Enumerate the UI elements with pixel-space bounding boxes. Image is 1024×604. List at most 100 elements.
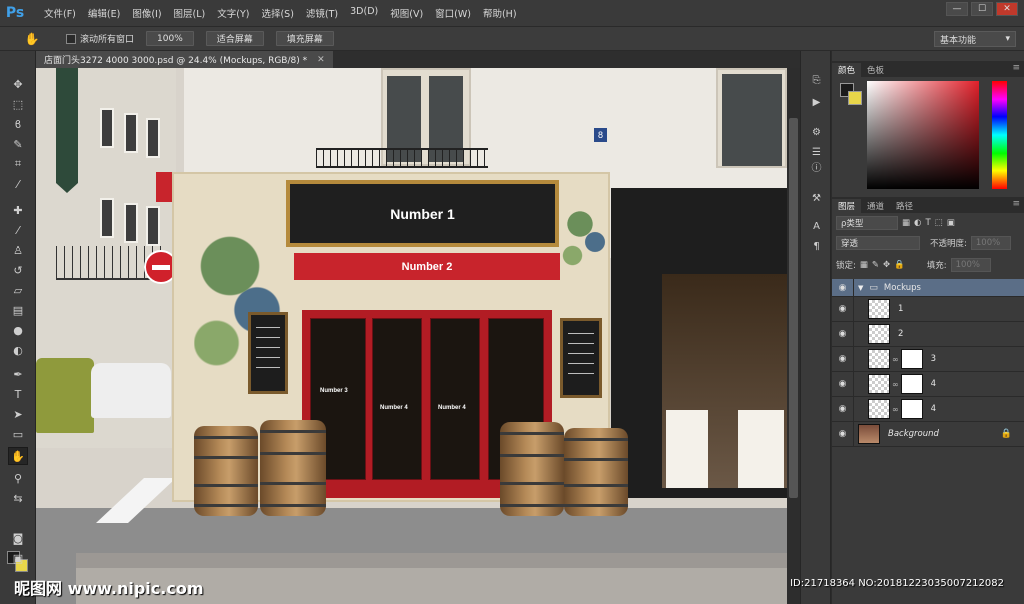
crop-tool-icon[interactable]: ⌗ [8, 155, 28, 173]
fit-screen-button[interactable]: 适合屏幕 [205, 31, 264, 46]
eye-icon[interactable]: ◉ [832, 397, 854, 421]
layer-name[interactable]: 2 [898, 329, 903, 339]
layer-mask-thumbnail[interactable] [900, 374, 923, 394]
layer-row-background[interactable]: ◉ Background 🔒 [832, 422, 1024, 447]
maximize-button[interactable]: ☐ [971, 2, 993, 16]
quick-select-tool-icon[interactable]: ✎ [8, 135, 28, 153]
lock-transparent-icon[interactable]: ▦ [860, 260, 868, 270]
filter-adjust-icon[interactable]: ◐ [914, 218, 921, 228]
history-panel-icon[interactable]: ⎘ [808, 73, 825, 87]
layer-name[interactable]: 1 [898, 304, 903, 314]
history-brush-tool-icon[interactable]: ↺ [8, 261, 28, 279]
workspace-select[interactable]: 基本功能 ▾ [934, 31, 1016, 47]
layer-row[interactable]: ◉ 2 [832, 322, 1024, 347]
close-button[interactable]: ✕ [996, 2, 1018, 16]
menu-select[interactable]: 选择(S) [255, 6, 299, 20]
menu-image[interactable]: 图像(I) [126, 6, 167, 20]
close-icon[interactable]: ✕ [317, 55, 325, 65]
blend-mode-select[interactable]: 穿透 [836, 236, 920, 250]
paragraph-panel-icon[interactable]: ¶ [808, 239, 825, 253]
layer-group-mockups[interactable]: ◉ ▼ ▭ Mockups [832, 279, 1024, 297]
menu-edit[interactable]: 编辑(E) [82, 6, 126, 20]
eraser-tool-icon[interactable]: ▱ [8, 281, 28, 299]
info-panel-icon[interactable]: ⓘ [808, 159, 825, 174]
document-tab[interactable]: 店面门头3272 4000 3000.psd @ 24.4% (Mockups,… [36, 51, 333, 68]
scrollbar-thumb[interactable] [789, 118, 798, 498]
tab-swatches[interactable]: 色板 [861, 63, 890, 77]
lock-position-icon[interactable]: ✥ [883, 260, 890, 270]
lock-pixels-icon[interactable]: ✎ [872, 260, 879, 270]
menu-help[interactable]: 帮助(H) [477, 6, 523, 20]
swap-colors-icon[interactable]: ⇆ [8, 489, 28, 507]
menu-layer[interactable]: 图层(L) [168, 6, 212, 20]
move-tool-icon[interactable]: ✥ [8, 75, 28, 93]
canvas[interactable]: 8 Number 1 Number 2 Number 3 Number 4 Nu… [36, 68, 787, 604]
quick-mask-icon[interactable]: ◙ [8, 529, 28, 547]
opacity-field[interactable]: 100% [970, 236, 1011, 250]
path-select-tool-icon[interactable]: ➤ [8, 405, 28, 423]
link-icon[interactable]: ∞ [892, 355, 899, 364]
panel-menu-icon[interactable]: ≡ [1012, 199, 1020, 209]
actions-panel-icon[interactable]: ▶ [808, 95, 825, 109]
clone-stamp-tool-icon[interactable]: ♙ [8, 241, 28, 259]
blur-tool-icon[interactable]: ● [8, 321, 28, 339]
tab-paths[interactable]: 路径 [890, 199, 919, 213]
lasso-tool-icon[interactable]: ϐ [8, 115, 28, 133]
eye-icon[interactable]: ◉ [832, 322, 854, 346]
dodge-tool-icon[interactable]: ◐ [8, 341, 28, 359]
layer-name[interactable]: 3 [931, 354, 936, 364]
menu-view[interactable]: 视图(V) [384, 6, 429, 20]
adjustments-panel-icon[interactable]: ☰ [808, 145, 825, 159]
menu-filter[interactable]: 滤镜(T) [300, 6, 344, 20]
menu-file[interactable]: 文件(F) [38, 6, 82, 20]
filter-shape-icon[interactable]: ⬚ [935, 218, 943, 228]
eye-icon[interactable]: ◉ [832, 279, 854, 296]
marquee-tool-icon[interactable]: ⬚ [8, 95, 28, 113]
layer-row[interactable]: ◉ ∞ 3 [832, 347, 1024, 372]
pen-tool-icon[interactable]: ✒ [8, 365, 28, 383]
expand-triangle-icon[interactable]: ▼ [858, 284, 863, 292]
filter-pixel-icon[interactable]: ▦ [902, 218, 910, 228]
layer-row[interactable]: ◉ ∞ 4 [832, 397, 1024, 422]
layer-mask-thumbnail[interactable] [900, 399, 923, 419]
layer-row[interactable]: ◉ ∞ 4 [832, 372, 1024, 397]
fill-field[interactable]: 100% [950, 258, 991, 272]
menu-3d[interactable]: 3D(D) [344, 6, 384, 20]
menu-type[interactable]: 文字(Y) [211, 6, 255, 20]
background-color-swatch[interactable] [848, 91, 862, 105]
rectangle-tool-icon[interactable]: ▭ [8, 425, 28, 443]
color-picker-field[interactable] [867, 81, 979, 189]
layer-name[interactable]: Background [888, 429, 939, 439]
hand-tool-preset-icon[interactable]: ✋ [20, 30, 44, 48]
tool-presets-icon[interactable]: ⚒ [808, 191, 825, 205]
zoom-100-button[interactable]: 100% [146, 31, 194, 46]
filter-type-icon[interactable]: T [925, 218, 930, 228]
tab-layers[interactable]: 图层 [832, 199, 862, 213]
type-tool-icon[interactable]: T [8, 385, 28, 403]
scroll-all-windows-option[interactable]: 滚动所有窗口 [66, 32, 134, 45]
menu-window[interactable]: 窗口(W) [429, 6, 477, 20]
tab-color[interactable]: 颜色 [832, 63, 862, 77]
link-icon[interactable]: ∞ [892, 380, 899, 389]
eye-icon[interactable]: ◉ [832, 372, 854, 396]
hue-slider[interactable] [992, 81, 1007, 189]
scroll-all-windows-checkbox[interactable] [66, 33, 76, 44]
hand-tool-icon[interactable]: ✋ [8, 447, 28, 465]
brush-tool-icon[interactable]: ⁄ [8, 221, 28, 239]
minimize-button[interactable]: — [946, 2, 968, 16]
vertical-scrollbar[interactable] [787, 68, 800, 604]
gradient-tool-icon[interactable]: ▤ [8, 301, 28, 319]
eye-icon[interactable]: ◉ [832, 347, 854, 371]
link-icon[interactable]: ∞ [892, 405, 899, 414]
lock-all-icon[interactable]: 🔒 [894, 260, 905, 270]
screen-mode-icon[interactable]: ▣ [8, 549, 28, 567]
layer-mask-thumbnail[interactable] [900, 349, 923, 369]
layer-name[interactable]: 4 [931, 379, 936, 389]
layer-name[interactable]: 4 [931, 404, 936, 414]
panel-menu-icon[interactable]: ≡ [1012, 63, 1020, 73]
kind-filter-select[interactable]: ρ类型 [836, 216, 898, 230]
zoom-tool-icon[interactable]: ⚲ [8, 469, 28, 487]
filter-smart-icon[interactable]: ▣ [947, 218, 955, 228]
properties-panel-icon[interactable]: ⚙ [808, 125, 825, 139]
eye-icon[interactable]: ◉ [832, 297, 854, 321]
